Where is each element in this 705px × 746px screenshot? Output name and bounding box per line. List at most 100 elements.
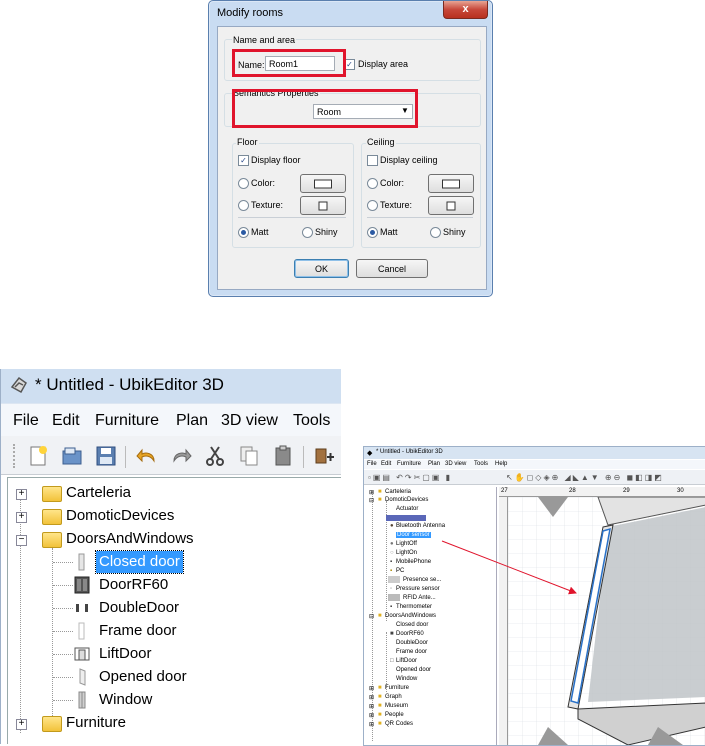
display-floor-checkbox[interactable]: ✓ bbox=[238, 155, 249, 166]
tree-item-liftdoor[interactable]: LiftDoor bbox=[99, 643, 152, 665]
floor-divider bbox=[238, 217, 346, 218]
display-ceiling-label: Display ceiling bbox=[380, 155, 438, 165]
new-file-icon[interactable] bbox=[27, 445, 49, 467]
toolbar-grip bbox=[13, 444, 17, 468]
menu-tools[interactable]: Tools bbox=[293, 412, 330, 430]
menu-edit[interactable]: Edit bbox=[52, 412, 80, 430]
tree-guide-line bbox=[53, 654, 73, 655]
name-highlight-box bbox=[232, 49, 346, 77]
cut-icon[interactable] bbox=[204, 445, 226, 467]
ceiling-color-radio[interactable] bbox=[367, 178, 378, 189]
copy-icon[interactable] bbox=[238, 445, 260, 467]
cancel-button[interactable]: Cancel bbox=[356, 259, 428, 278]
liftdoor-icon bbox=[74, 647, 90, 661]
color-swatch-icon bbox=[314, 179, 332, 188]
editor-zoom-window: * Untitled - UbikEditor 3D File Edit Fur… bbox=[0, 369, 341, 744]
ceiling-matt-label: Matt bbox=[380, 227, 398, 237]
menu-file[interactable]: File bbox=[13, 412, 39, 430]
ceiling-group-label: Ceiling bbox=[366, 137, 396, 147]
floor-texture-button[interactable] bbox=[300, 196, 346, 215]
tree-item-closed-door[interactable]: Closed door bbox=[95, 550, 184, 574]
open-icon[interactable] bbox=[61, 445, 83, 467]
closed-door-icon bbox=[78, 553, 85, 571]
display-floor-label: Display floor bbox=[251, 155, 301, 165]
tree-item-furniture[interactable]: Furniture bbox=[66, 712, 126, 734]
furniture-catalog-tree: + Carteleria + DomoticDevices − DoorsAnd… bbox=[7, 477, 341, 744]
tree-guide-line bbox=[20, 493, 21, 733]
ceiling-texture-button[interactable] bbox=[428, 196, 474, 215]
floor-color-radio[interactable] bbox=[238, 178, 249, 189]
tree-guide-line bbox=[53, 677, 73, 678]
toolbar-separator bbox=[303, 446, 304, 468]
folder-icon bbox=[42, 486, 62, 502]
tree-guide-line bbox=[53, 585, 73, 586]
floor-color-label: Color: bbox=[251, 178, 276, 188]
display-area-label: Display area bbox=[358, 59, 409, 69]
ok-button[interactable]: OK bbox=[294, 259, 349, 278]
folder-icon bbox=[42, 509, 62, 525]
editor-zoom-title: * Untitled - UbikEditor 3D bbox=[35, 375, 224, 394]
tree-guide-line bbox=[53, 631, 73, 632]
tree-guide-line bbox=[52, 548, 53, 718]
ceiling-divider bbox=[367, 217, 473, 218]
collapse-toggle[interactable]: − bbox=[16, 535, 27, 546]
ceiling-matt-radio[interactable] bbox=[367, 227, 378, 238]
ceiling-color-label: Color: bbox=[380, 178, 405, 188]
tree-guide-line bbox=[53, 608, 73, 609]
name-area-group-label: Name and area bbox=[232, 35, 297, 45]
toolbar-separator bbox=[125, 446, 126, 468]
texture-swatch-icon bbox=[318, 201, 328, 210]
expand-toggle[interactable]: + bbox=[16, 719, 27, 730]
tree-item-frame-door[interactable]: Frame door bbox=[99, 620, 177, 642]
menu-plan[interactable]: Plan bbox=[176, 412, 208, 430]
close-button[interactable]: x bbox=[443, 1, 488, 19]
ceiling-shiny-label: Shiny bbox=[443, 227, 466, 237]
paste-icon[interactable] bbox=[272, 445, 294, 467]
ceiling-shiny-radio[interactable] bbox=[430, 227, 441, 238]
tree-item-opened-door[interactable]: Opened door bbox=[99, 666, 187, 688]
tree-item-doorsandwindows[interactable]: DoorsAndWindows bbox=[66, 528, 194, 550]
floor-shiny-label: Shiny bbox=[315, 227, 338, 237]
display-ceiling-checkbox[interactable] bbox=[367, 155, 378, 166]
undo-icon[interactable] bbox=[136, 445, 158, 467]
tree-item-domoticdevices[interactable]: DomoticDevices bbox=[66, 505, 174, 527]
semantics-highlight-box bbox=[232, 89, 418, 128]
floor-color-button[interactable] bbox=[300, 174, 346, 193]
folder-icon bbox=[42, 716, 62, 732]
floor-texture-radio[interactable] bbox=[238, 200, 249, 211]
ceiling-texture-label: Texture: bbox=[380, 200, 413, 210]
editor-small-window: ◆ * Untitled - UbikEditor 3D File Edit F… bbox=[363, 446, 705, 746]
frame-door-icon bbox=[78, 622, 85, 640]
expand-toggle[interactable]: + bbox=[16, 489, 27, 500]
tree-guide-line bbox=[53, 700, 73, 701]
tree-guide-line bbox=[53, 562, 73, 563]
tree-item-doubledoor[interactable]: DoubleDoor bbox=[99, 597, 179, 619]
modify-rooms-dialog: Modify rooms x Name and area Name: Room1… bbox=[208, 0, 493, 297]
floor-shiny-radio[interactable] bbox=[302, 227, 313, 238]
doorrf60-icon bbox=[74, 576, 90, 594]
tree-item-carteleria[interactable]: Carteleria bbox=[66, 482, 131, 504]
dialog-title: Modify rooms bbox=[217, 7, 284, 19]
color-swatch-icon bbox=[442, 179, 460, 188]
menu-3d-view[interactable]: 3D view bbox=[221, 412, 278, 430]
window-icon bbox=[78, 691, 86, 709]
tree-item-doorrf60[interactable]: DoorRF60 bbox=[99, 574, 168, 596]
tree-item-window[interactable]: Window bbox=[99, 689, 152, 711]
save-icon[interactable] bbox=[95, 445, 117, 467]
dialog-client-area: Name and area Name: Room1 ✓ Display area… bbox=[217, 26, 487, 290]
floor-matt-label: Matt bbox=[251, 227, 269, 237]
editor-zoom-toolbar bbox=[1, 436, 341, 475]
floor-matt-radio[interactable] bbox=[238, 227, 249, 238]
redo-icon[interactable] bbox=[170, 445, 192, 467]
menu-furniture[interactable]: Furniture bbox=[95, 412, 159, 430]
texture-swatch-icon bbox=[446, 201, 456, 210]
expand-toggle[interactable]: + bbox=[16, 512, 27, 523]
app-logo-icon bbox=[10, 376, 27, 394]
add-furniture-icon[interactable] bbox=[313, 445, 335, 467]
opened-door-icon bbox=[79, 668, 86, 686]
editor-zoom-titlebar: * Untitled - UbikEditor 3D bbox=[1, 369, 341, 403]
ceiling-color-button[interactable] bbox=[428, 174, 474, 193]
doubledoor-icon bbox=[76, 604, 88, 612]
floor-group-label: Floor bbox=[236, 137, 259, 147]
ceiling-texture-radio[interactable] bbox=[367, 200, 378, 211]
